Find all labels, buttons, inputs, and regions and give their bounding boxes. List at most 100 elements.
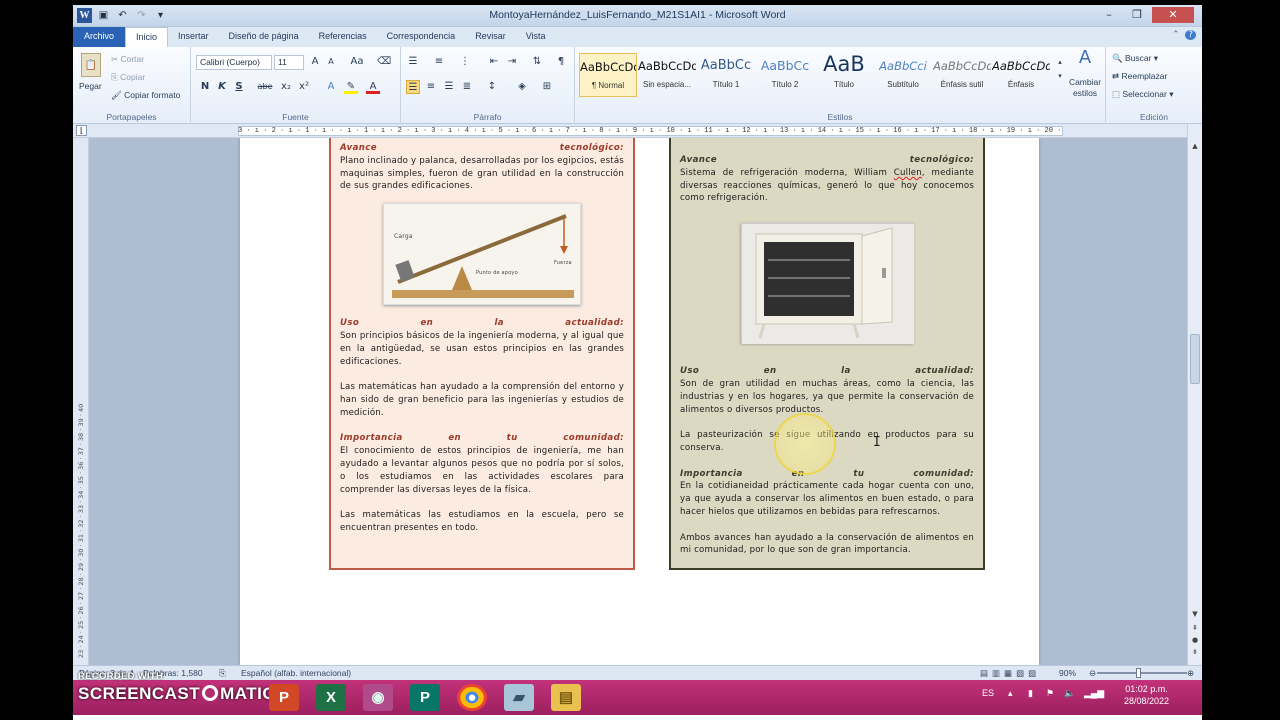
flag-icon[interactable]: ⚑ xyxy=(1046,688,1054,699)
highlight-icon[interactable]: ✎ xyxy=(344,80,358,94)
prev-page-icon[interactable]: ⇞ xyxy=(1190,624,1200,632)
cursor-highlight xyxy=(774,413,836,475)
font-size-combo[interactable]: 11 xyxy=(274,55,304,70)
inclined-plane-image[interactable]: Carga Fuerza Punto de apoyo xyxy=(383,203,581,306)
powerpoint-app-icon[interactable]: P xyxy=(269,684,299,711)
language-indicator-tray[interactable]: ES xyxy=(982,688,994,698)
carga-label: Carga xyxy=(394,233,413,240)
zoom-in-icon[interactable]: ⊕ xyxy=(1187,668,1194,679)
underline-button[interactable]: S xyxy=(232,80,246,94)
select-button[interactable]: ⬚ Seleccionar ▾ xyxy=(1112,89,1173,100)
excel-app-icon[interactable]: X xyxy=(316,684,346,711)
tab-vista[interactable]: Vista xyxy=(516,27,556,47)
recorder-app-icon[interactable]: ◉ xyxy=(363,684,393,711)
superscript-button[interactable]: x² xyxy=(297,80,311,94)
numbering-icon[interactable]: ≡ xyxy=(432,55,446,69)
decrease-indent-icon[interactable]: ⇤ xyxy=(487,55,501,69)
zoom-level[interactable]: 90% xyxy=(1059,668,1076,678)
bullets-icon[interactable]: ☰ xyxy=(406,55,420,69)
justify-icon[interactable]: ≣ xyxy=(460,80,474,94)
format-painter-button[interactable]: 🖌 Copiar formato xyxy=(111,90,180,101)
style-enfasis[interactable]: AaBbCcDd Énfasis xyxy=(992,53,1050,97)
replace-button[interactable]: ⇄ Reemplazar xyxy=(1112,71,1167,82)
file-app-icon[interactable]: ▰ xyxy=(504,684,534,711)
document-area[interactable]: Avance tecnológico: Plano inclinado y pal… xyxy=(89,138,1187,665)
font-color-icon[interactable]: A xyxy=(366,80,380,94)
line-spacing-icon[interactable]: ↕ xyxy=(485,80,499,94)
help-icon[interactable]: ? xyxy=(1185,30,1196,40)
maximize-button[interactable]: ❐ xyxy=(1124,7,1150,23)
italic-button[interactable]: K xyxy=(215,80,229,94)
clock[interactable]: 01:02 p.m. 28/08/2022 xyxy=(1124,683,1169,707)
increase-indent-icon[interactable]: ⇥ xyxy=(505,55,519,69)
minimize-ribbon-icon[interactable]: ⌃ xyxy=(1172,30,1180,40)
view-buttons[interactable]: ▤▥▦▧▨ xyxy=(980,668,1040,679)
multilevel-list-icon[interactable]: ⋮ xyxy=(458,55,472,69)
zoom-slider-knob[interactable] xyxy=(1136,668,1141,678)
style-titulo-1[interactable]: AaBbCc Título 1 xyxy=(697,53,755,97)
volume-icon[interactable]: 🔈 xyxy=(1064,688,1075,699)
language-indicator[interactable]: Español (alfab. internacional) xyxy=(241,668,351,678)
document-page[interactable]: Avance tecnológico: Plano inclinado y pal… xyxy=(240,138,1039,665)
tab-insertar[interactable]: Insertar xyxy=(168,27,219,47)
vertical-ruler[interactable]: 23 · 24 · 25 · 26 · 27 · 28 · 29 · 30 · … xyxy=(73,138,89,665)
explorer-app-icon[interactable]: ▤ xyxy=(551,684,581,711)
borders-icon[interactable]: ⊞ xyxy=(540,80,554,94)
style-titulo-2[interactable]: AaBbCc Título 2 xyxy=(756,53,814,97)
sort-icon[interactable]: ⇅ xyxy=(530,55,544,69)
strikethrough-button[interactable]: abe xyxy=(255,80,275,94)
scroll-down-icon[interactable]: ▼ xyxy=(1190,610,1200,618)
tab-inicio[interactable]: Inicio xyxy=(125,27,169,47)
clear-format-icon[interactable]: ⌫ xyxy=(377,55,391,69)
shrink-font-icon[interactable]: A xyxy=(324,55,338,69)
tab-diseno-pagina[interactable]: Diseño de página xyxy=(219,27,309,47)
align-center-icon[interactable]: ≡ xyxy=(424,80,438,94)
zoom-out-icon[interactable]: ⊖ xyxy=(1089,668,1096,679)
scroll-thumb[interactable] xyxy=(1190,334,1200,384)
ruler-toggle-icon[interactable]: ⌊ xyxy=(76,125,87,136)
paste-button[interactable]: Pegar xyxy=(79,81,102,91)
chrome-app-icon[interactable]: ● xyxy=(457,684,487,711)
tray-expand-icon[interactable]: ▴ xyxy=(1008,688,1013,699)
style-enfasis-sutil[interactable]: AaBbCcDd Énfasis sutil xyxy=(933,53,991,97)
proofing-icon[interactable]: ⎘ xyxy=(219,668,226,679)
find-button[interactable]: 🔍 Buscar ▾ xyxy=(1112,53,1158,64)
style-sin-espaciado[interactable]: AaBbCcDd Sin espacia... xyxy=(638,53,696,97)
bold-button[interactable]: N xyxy=(198,80,212,94)
subscript-button[interactable]: x₂ xyxy=(279,80,293,94)
next-page-icon[interactable]: ⇟ xyxy=(1190,648,1200,656)
vertical-scrollbar[interactable]: ▲ ▼ ⇞ ● ⇟ xyxy=(1187,124,1202,665)
shading-icon[interactable]: ◈ xyxy=(515,80,529,94)
styles-scroll-icon[interactable]: ▴ ▾ xyxy=(1053,55,1067,80)
show-marks-button[interactable]: ¶ xyxy=(554,55,568,69)
font-name-combo[interactable]: Calibri (Cuerpo) xyxy=(196,55,272,70)
paste-icon[interactable]: 📋 xyxy=(81,53,101,77)
style-subtitulo[interactable]: AaBbCci Subtítulo xyxy=(874,53,932,97)
group-title-edicion: Edición xyxy=(1140,112,1168,122)
refrigerator-image[interactable] xyxy=(741,223,914,345)
browse-object-icon[interactable]: ● xyxy=(1190,636,1200,644)
network-icon[interactable]: ▂▄▆ xyxy=(1084,688,1104,699)
device-icon[interactable]: ▮ xyxy=(1028,688,1033,699)
grow-font-icon[interactable]: A xyxy=(308,55,322,69)
style-normal[interactable]: AaBbCcDd ¶ Normal xyxy=(579,53,637,97)
change-styles-icon[interactable]: A xyxy=(1073,49,1097,73)
tab-revisar[interactable]: Revisar xyxy=(465,27,516,47)
align-left-icon[interactable]: ☰ xyxy=(406,80,420,94)
zoom-slider[interactable] xyxy=(1097,672,1187,674)
tab-correspondencia[interactable]: Correspondencia xyxy=(377,27,466,47)
scroll-up-icon[interactable]: ▲ xyxy=(1190,142,1200,150)
close-button[interactable]: ✕ xyxy=(1152,7,1194,23)
style-titulo[interactable]: AaB Título xyxy=(815,52,873,97)
change-case-icon[interactable]: Aa xyxy=(347,55,367,69)
publisher-app-icon[interactable]: P xyxy=(410,684,440,711)
copy-button[interactable]: ⎘ Copiar xyxy=(111,72,145,83)
cut-button[interactable]: ✂ Cortar xyxy=(111,54,144,65)
tab-referencias[interactable]: Referencias xyxy=(309,27,377,47)
change-styles-button[interactable]: Cambiar estilos xyxy=(1065,77,1105,99)
horizontal-ruler[interactable]: ⌊ 3 · ı · 2 · ı · 1 · ı · · ı · 1 · ı · … xyxy=(73,124,1202,138)
tab-archivo[interactable]: Archivo xyxy=(73,27,126,47)
minimize-button[interactable]: – xyxy=(1096,7,1122,23)
align-right-icon[interactable]: ☰ xyxy=(442,80,456,94)
text-effects-icon[interactable]: A xyxy=(324,80,338,94)
